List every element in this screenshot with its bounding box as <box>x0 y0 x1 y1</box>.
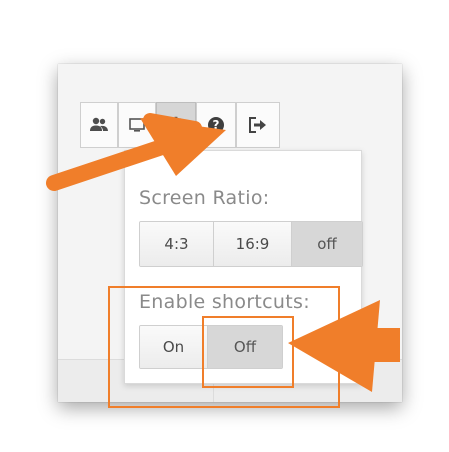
arrow-to-settings-icon <box>46 113 226 191</box>
annotation-arrows <box>46 113 400 392</box>
arrow-to-off-button <box>288 300 400 392</box>
